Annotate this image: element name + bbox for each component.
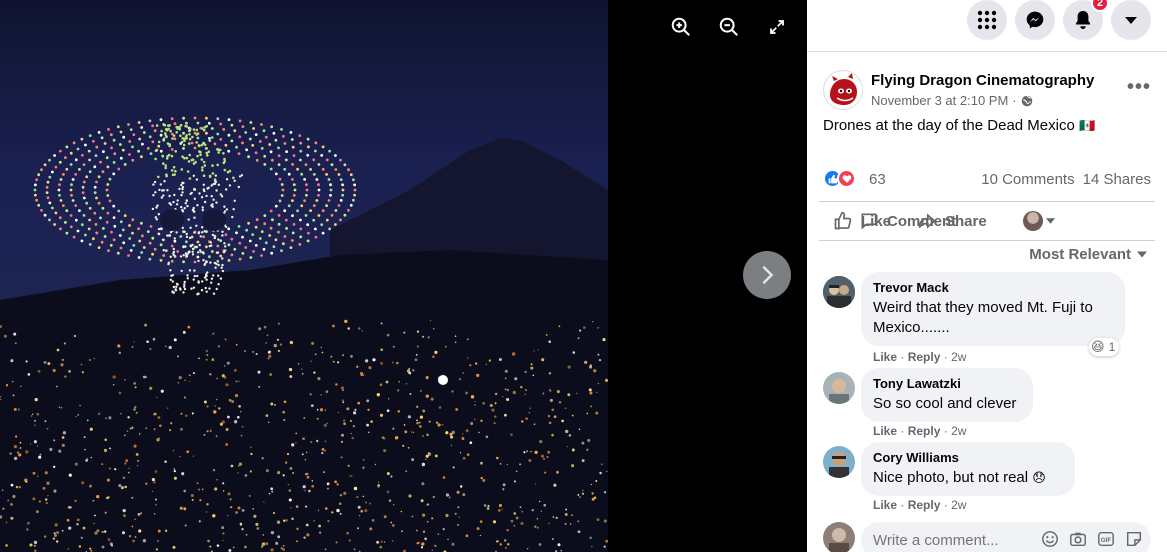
comment-reaction-summary[interactable]: 😆 1 bbox=[1089, 338, 1119, 356]
comment-text: So so cool and clever bbox=[873, 394, 1021, 414]
commenter-name[interactable]: Trevor Mack bbox=[873, 280, 1113, 295]
photo-viewer bbox=[0, 0, 807, 552]
commenter-avatar[interactable] bbox=[823, 372, 855, 404]
post-photo[interactable] bbox=[0, 0, 608, 552]
caret-down-icon bbox=[1137, 251, 1147, 258]
comment-age[interactable]: 2w bbox=[951, 350, 966, 364]
comment-footer: Like · Reply · 2w bbox=[873, 498, 966, 512]
grid-menu-icon bbox=[977, 10, 997, 30]
dragon-logo-icon bbox=[824, 71, 863, 110]
separator: · bbox=[944, 350, 948, 364]
page-name[interactable]: Flying Dragon Cinematography bbox=[871, 72, 1094, 89]
comment-reply-link[interactable]: Reply bbox=[908, 350, 941, 364]
comment-footer: Like · Reply · 2w bbox=[873, 424, 966, 438]
sticker-icon[interactable] bbox=[1125, 530, 1143, 548]
globe-icon bbox=[1021, 95, 1033, 107]
post-caption: Drones at the day of the Dead Mexico bbox=[823, 117, 1075, 134]
reaction-icons[interactable] bbox=[823, 169, 856, 188]
haha-reaction-icon: 😆 bbox=[1091, 339, 1105, 355]
chevron-right-icon bbox=[757, 264, 777, 286]
viewer-toolbar bbox=[668, 14, 790, 40]
comment-bubble: Cory Williams Nice photo, but not real 😞 bbox=[861, 442, 1075, 496]
zoom-out-icon[interactable] bbox=[716, 14, 742, 40]
comment-like-link[interactable]: Like bbox=[873, 424, 897, 438]
post-actions: Like Comment Share bbox=[819, 201, 1155, 241]
separator: · bbox=[900, 424, 904, 438]
comment-bubble: Tony Lawatzki So so cool and clever bbox=[861, 368, 1033, 422]
account-button[interactable] bbox=[1111, 0, 1151, 40]
meta-separator: · bbox=[1012, 93, 1016, 108]
post-time[interactable]: November 3 at 2:10 PM bbox=[871, 93, 1008, 108]
hills bbox=[0, 250, 608, 552]
comment-text: Weird that they moved Mt. Fuji to Mexico… bbox=[873, 298, 1113, 338]
comment-input-tools: GIF bbox=[1041, 530, 1143, 548]
gif-icon[interactable]: GIF bbox=[1097, 530, 1115, 548]
commenter-name[interactable]: Tony Lawatzki bbox=[873, 376, 1021, 391]
sort-label: Most Relevant bbox=[1029, 246, 1131, 263]
comment-label: Comment bbox=[887, 213, 956, 230]
comments-count[interactable]: 10 Comments bbox=[981, 171, 1074, 188]
comment-like-link[interactable]: Like bbox=[873, 350, 897, 364]
bell-icon bbox=[1074, 10, 1092, 30]
separator: · bbox=[900, 498, 904, 512]
post-text: Drones at the day of the Dead Mexico 🇲🇽 bbox=[823, 117, 1095, 134]
comment-reaction-count: 1 bbox=[1109, 340, 1116, 354]
commenter-avatar[interactable] bbox=[823, 276, 855, 308]
comment-icon bbox=[859, 211, 879, 231]
comment-share-counts: 10 Comments 14 Shares bbox=[981, 171, 1151, 188]
notification-badge: 2 bbox=[1091, 0, 1109, 12]
camera-icon[interactable] bbox=[1069, 530, 1087, 548]
fullscreen-icon[interactable] bbox=[764, 14, 790, 40]
separator: · bbox=[944, 424, 948, 438]
messenger-icon bbox=[1025, 10, 1045, 30]
commenter-avatar[interactable] bbox=[823, 446, 855, 478]
love-reaction-icon bbox=[837, 169, 856, 188]
comment-footer: Like · Reply · 2w bbox=[873, 350, 966, 364]
comment-text-body: Nice photo, but not real bbox=[873, 469, 1028, 486]
reactions-summary: 63 10 Comments 14 Shares bbox=[823, 168, 1151, 190]
comment-reply-link[interactable]: Reply bbox=[908, 424, 941, 438]
post-meta: November 3 at 2:10 PM · bbox=[871, 93, 1033, 108]
post-panel: 2 Flying Dragon Cinematography November … bbox=[807, 0, 1167, 552]
caret-down-icon bbox=[1124, 15, 1138, 25]
emoji-icon[interactable] bbox=[1041, 530, 1059, 548]
sad-emoji-icon: 😞 bbox=[1032, 470, 1046, 485]
sort-comments-dropdown[interactable]: Most Relevant bbox=[1029, 246, 1147, 263]
svg-text:GIF: GIF bbox=[1101, 537, 1112, 544]
shares-count[interactable]: 14 Shares bbox=[1083, 171, 1151, 188]
comment-button[interactable]: Comment bbox=[849, 211, 1139, 231]
menu-button[interactable] bbox=[967, 0, 1007, 40]
comment-item: Tony Lawatzki So so cool and clever Like… bbox=[823, 372, 1151, 438]
write-comment-row: GIF bbox=[823, 520, 1151, 552]
mexico-flag-icon: 🇲🇽 bbox=[1079, 118, 1095, 133]
separator: · bbox=[944, 498, 948, 512]
comment-reply-link[interactable]: Reply bbox=[908, 498, 941, 512]
messenger-button[interactable] bbox=[1015, 0, 1055, 40]
comment-bubble: Trevor Mack Weird that they moved Mt. Fu… bbox=[861, 272, 1125, 346]
next-photo-button[interactable] bbox=[743, 251, 791, 299]
commenter-name[interactable]: Cory Williams bbox=[873, 450, 1063, 465]
comment-like-link[interactable]: Like bbox=[873, 498, 897, 512]
current-user-avatar[interactable] bbox=[823, 522, 855, 552]
comment-item: Cory Williams Nice photo, but not real 😞… bbox=[823, 446, 1151, 512]
comment-item: Trevor Mack Weird that they moved Mt. Fu… bbox=[823, 276, 1151, 366]
post-header: Flying Dragon Cinematography November 3 … bbox=[823, 68, 1151, 110]
separator: · bbox=[900, 350, 904, 364]
comment-age[interactable]: 2w bbox=[951, 424, 966, 438]
top-bar: 2 bbox=[807, 0, 1167, 52]
reaction-count[interactable]: 63 bbox=[869, 171, 886, 188]
drone-show-image bbox=[0, 0, 608, 552]
notifications-button[interactable]: 2 bbox=[1063, 0, 1103, 40]
page-avatar[interactable] bbox=[823, 70, 863, 110]
zoom-in-icon[interactable] bbox=[668, 14, 694, 40]
comment-text: Nice photo, but not real 😞 bbox=[873, 468, 1063, 488]
more-options-icon[interactable]: ••• bbox=[1127, 76, 1151, 99]
comment-age[interactable]: 2w bbox=[951, 498, 966, 512]
